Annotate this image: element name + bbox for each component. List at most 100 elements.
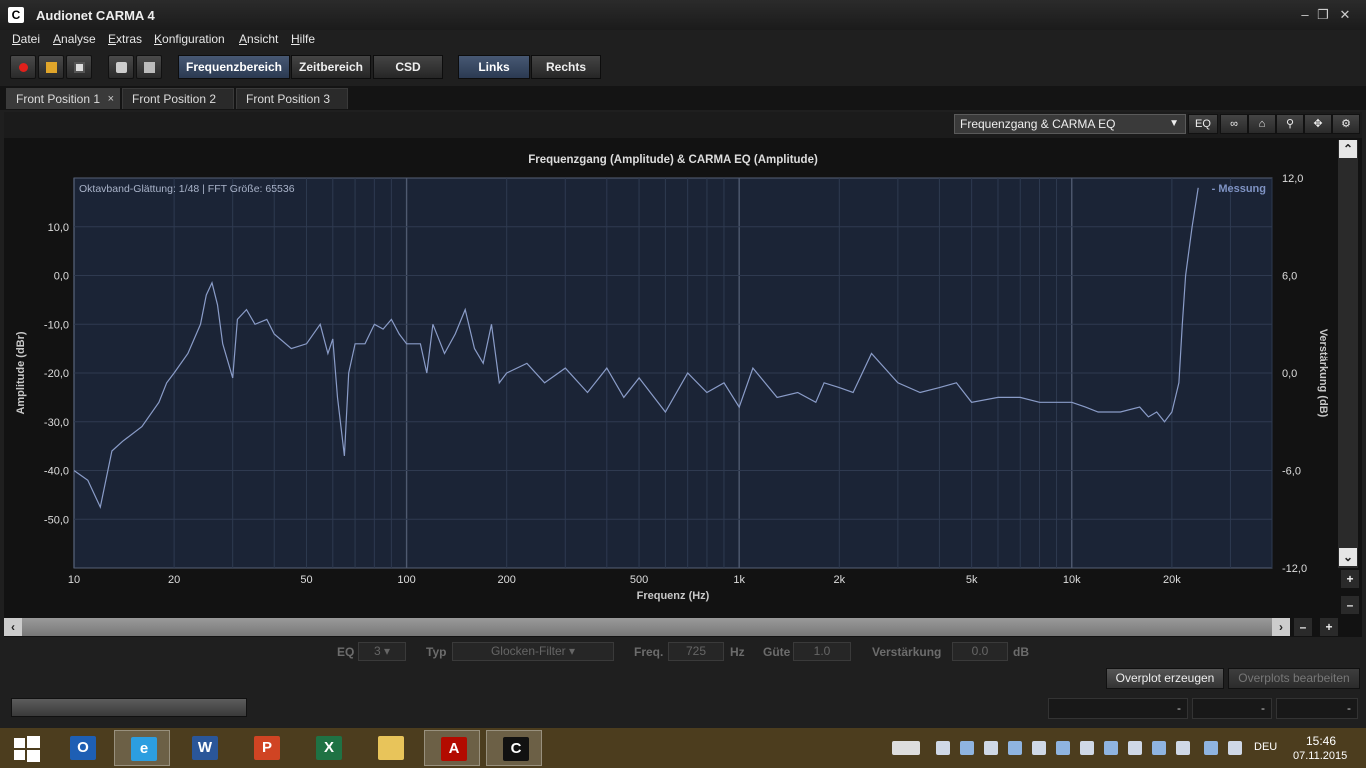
channel-button-links[interactable]: Links	[458, 55, 530, 79]
menu-item-konfiguration[interactable]: Konfiguration	[154, 32, 225, 46]
menu-item-extras[interactable]: Extras	[108, 32, 142, 46]
domain-button-zeitbereich[interactable]: Zeitbereich	[291, 55, 371, 79]
document-tab[interactable]: Front Position 3	[236, 88, 348, 109]
zoom-in-x-button[interactable]: +	[1320, 618, 1338, 636]
zoom-out-y-button[interactable]: –	[1341, 596, 1359, 614]
x-tick-label: 50	[300, 574, 312, 586]
keyboard-icon[interactable]	[892, 741, 920, 755]
edit-overplots-button[interactable]: Overplots bearbeiten	[1228, 668, 1360, 689]
scroll-up-button[interactable]: ⌃	[1339, 140, 1357, 158]
frequency-chart[interactable]: 10 20 50 100 200 500 1k 2k 5k 10k 20k 10,0 0,0 -10,0 -…	[4, 138, 1338, 616]
app-window: C Audionet CARMA 4 – ❐ ✕ Datei Analyse Ext…	[0, 0, 1366, 728]
window-title: Audionet CARMA 4	[36, 8, 155, 23]
settings-icon: ⚙	[1341, 118, 1351, 130]
channel-button-rechts[interactable]: Rechts	[531, 55, 601, 79]
signal-icon[interactable]	[984, 741, 998, 755]
scroll-right-button[interactable]: ›	[1272, 618, 1290, 636]
gute-input[interactable]: 1.0	[793, 642, 851, 661]
x-tick-label: 500	[630, 574, 648, 586]
battery-icon[interactable]	[1204, 741, 1218, 755]
clock-date[interactable]: 07.11.2015	[1293, 750, 1347, 762]
scroll-left-button[interactable]: ‹	[4, 618, 22, 636]
eq-number-select[interactable]: 3 ▾	[358, 642, 406, 661]
vertical-scrollbar[interactable]: ⌃ ⌄	[1338, 140, 1358, 568]
app-tray-icon[interactable]	[1056, 741, 1070, 755]
taskbar-app[interactable]: O	[54, 730, 110, 766]
status-box-2: -	[1192, 698, 1272, 719]
view-select[interactable]: Frequenzgang & CARMA EQ ▼	[954, 114, 1186, 134]
y-tick-label-right: -12,0	[1282, 563, 1307, 575]
menu-item-analyse[interactable]: Analyse	[53, 32, 96, 46]
menu-item-hilfe[interactable]: Hilfe	[291, 32, 315, 46]
close-button[interactable]: ✕	[1334, 6, 1356, 24]
restore-button[interactable]: ❐	[1312, 6, 1334, 24]
menu-item-ansicht[interactable]: Ansicht	[239, 32, 278, 46]
plot-toolbar: Frequenzgang & CARMA EQ ▼ EQ ∞ ⌂ ⚲ ✥ ⚙	[4, 112, 1362, 138]
record-button[interactable]	[10, 55, 36, 79]
print-button[interactable]	[136, 55, 162, 79]
start-button[interactable]	[0, 730, 56, 766]
plot-panel: Frequenzgang & CARMA EQ ▼ EQ ∞ ⌂ ⚲ ✥ ⚙ 10…	[4, 112, 1362, 637]
domain-button-frequenzbereich[interactable]: Frequenzbereich	[178, 55, 290, 79]
save-button[interactable]	[66, 55, 92, 79]
x-tick-label: 200	[498, 574, 516, 586]
typ-label: Typ	[426, 645, 447, 659]
update-icon[interactable]	[1152, 741, 1166, 755]
taskbar-app[interactable]: X	[300, 730, 356, 766]
horizontal-scrollbar[interactable]: ‹ ›	[4, 618, 1290, 636]
eq-button[interactable]: EQ	[1188, 114, 1218, 134]
powerpoint-icon: P	[254, 736, 280, 760]
domain-button-csd[interactable]: CSD	[373, 55, 443, 79]
flag-icon[interactable]	[1176, 741, 1190, 755]
security-icon[interactable]	[1080, 741, 1094, 755]
document-tab[interactable]: Front Position 2	[122, 88, 234, 109]
network-icon[interactable]	[1032, 741, 1046, 755]
freq-input[interactable]: 725	[668, 642, 724, 661]
windows-logo-icon	[14, 736, 40, 762]
gute-label: Güte	[763, 645, 791, 659]
clock-time[interactable]: 15:46	[1306, 734, 1336, 748]
pan-button[interactable]: ✥	[1304, 114, 1332, 134]
filter-type-value: Glocken-Filter	[490, 644, 566, 658]
x-tick-label: 20k	[1163, 574, 1181, 586]
internet-explorer-icon: e	[131, 737, 157, 761]
taskbar-app[interactable]: A	[424, 730, 480, 766]
save-icon	[74, 62, 85, 73]
y-tick-label-left: -50,0	[44, 514, 69, 526]
outlook-icon: O	[70, 736, 96, 760]
zoom-in-y-button[interactable]: +	[1341, 570, 1359, 588]
settings-button[interactable]: ⚙	[1332, 114, 1360, 134]
tab-close-icon[interactable]: ×	[108, 89, 114, 109]
monitor-icon[interactable]	[1104, 741, 1118, 755]
create-overplot-button[interactable]: Overplot erzeugen	[1106, 668, 1224, 689]
progress-bar	[11, 698, 247, 717]
document-tab[interactable]: Front Position 1 ×	[6, 88, 120, 109]
carma-icon: C	[503, 737, 529, 761]
gain-input[interactable]: 0.0	[952, 642, 1008, 661]
zoom-icon: ⚲	[1285, 118, 1295, 130]
taskbar-app[interactable]: P	[238, 730, 294, 766]
y-tick-label-left: -20,0	[44, 368, 69, 380]
taskbar-app[interactable]	[362, 730, 418, 766]
link-button[interactable]: ∞	[1220, 114, 1248, 134]
title-bar: C Audionet CARMA 4 – ❐ ✕	[0, 0, 1366, 30]
taskbar-app[interactable]: C	[486, 730, 542, 766]
filter-type-select[interactable]: Glocken-Filter ▾	[452, 642, 614, 661]
taskbar-app[interactable]: W	[176, 730, 232, 766]
teamviewer-icon[interactable]	[960, 741, 974, 755]
zoom-out-x-button[interactable]: –	[1294, 618, 1312, 636]
shield-icon[interactable]	[936, 741, 950, 755]
scroll-down-button[interactable]: ⌄	[1339, 548, 1357, 566]
volume-icon[interactable]	[1228, 741, 1242, 755]
y-tick-label-left: -30,0	[44, 417, 69, 429]
taskbar-app[interactable]: e	[114, 730, 170, 766]
bluetooth-icon[interactable]	[1128, 741, 1142, 755]
screenshot-button[interactable]	[108, 55, 134, 79]
home-button[interactable]: ⌂	[1248, 114, 1276, 134]
menu-item-datei[interactable]: Datei	[12, 32, 40, 46]
open-button[interactable]	[38, 55, 64, 79]
tab-label: Front Position 3	[246, 92, 331, 106]
language-indicator[interactable]: DEU	[1254, 741, 1277, 753]
sync-icon[interactable]	[1008, 741, 1022, 755]
zoom-button[interactable]: ⚲	[1276, 114, 1304, 134]
